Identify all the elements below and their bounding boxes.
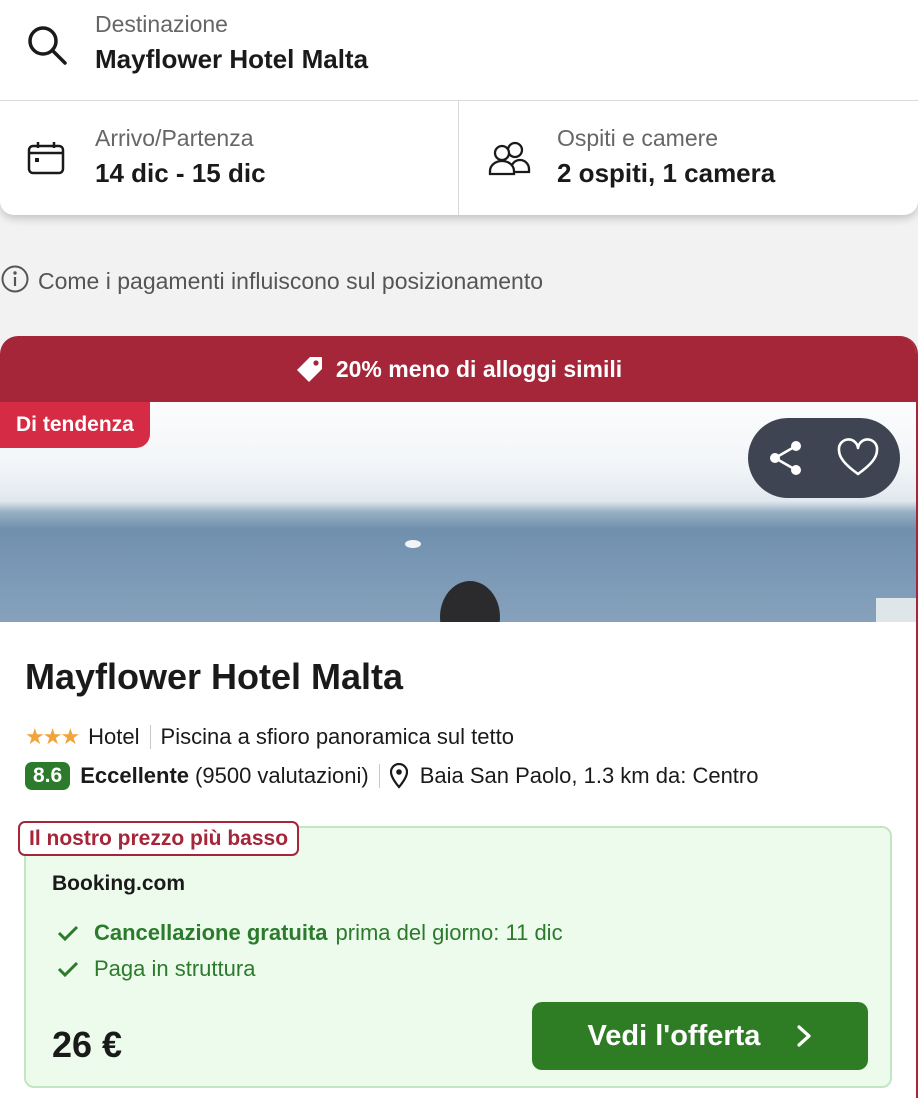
dates-label: Arrivo/Partenza bbox=[95, 125, 254, 151]
free-cancellation: Cancellazione gratuita prima del giorno:… bbox=[56, 920, 563, 946]
destination-label: Destinazione bbox=[95, 11, 228, 37]
offer-price: 26 € bbox=[52, 1024, 123, 1065]
destination-field[interactable]: Destinazione Mayflower Hotel Malta bbox=[0, 0, 918, 101]
share-favorite-pill bbox=[748, 418, 900, 498]
view-offer-button[interactable]: Vedi l'offerta bbox=[532, 1002, 868, 1070]
guests-field[interactable]: Ospiti e camere 2 ospiti, 1 camera bbox=[459, 101, 918, 215]
star-rating: ★★★ bbox=[25, 724, 80, 749]
hotel-name[interactable]: Mayflower Hotel Malta bbox=[25, 656, 403, 698]
trending-badge: Di tendenza bbox=[0, 402, 150, 448]
review-score-badge: 8.6 bbox=[25, 762, 71, 790]
share-icon[interactable] bbox=[766, 438, 806, 478]
offer-provider: Booking.com bbox=[52, 872, 186, 895]
guests-value: 2 ospiti, 1 camera bbox=[557, 158, 776, 188]
guests-label: Ospiti e camere bbox=[557, 125, 719, 151]
check-icon bbox=[56, 921, 80, 945]
search-panel: Destinazione Mayflower Hotel Malta Arriv… bbox=[0, 0, 918, 215]
hotel-type: Hotel bbox=[88, 724, 140, 749]
hotel-meta: ★★★ Hotel Piscina a sfioro panoramica su… bbox=[25, 721, 514, 753]
free-cancel-label: Cancellazione gratuita bbox=[94, 920, 328, 945]
deal-banner: 20% meno di alloggi simili bbox=[0, 336, 916, 402]
hotel-location: Baia San Paolo, 1.3 km da: Centro bbox=[419, 763, 759, 788]
dates-value: 14 dic - 15 dic bbox=[95, 158, 266, 188]
rating-location-row: 8.6 Eccellente (9500 valutazioni) Baia S… bbox=[25, 760, 758, 792]
search-icon bbox=[24, 22, 70, 68]
favorite-heart-icon[interactable] bbox=[836, 438, 880, 478]
hotel-card[interactable]: 20% meno di alloggi simili Di tendenza M… bbox=[0, 336, 918, 1098]
deal-banner-text: 20% meno di alloggi simili bbox=[335, 355, 623, 382]
location-pin-icon bbox=[389, 763, 408, 789]
check-icon bbox=[56, 957, 80, 981]
review-count: (9500 valutazioni) bbox=[195, 763, 369, 788]
guests-icon bbox=[487, 139, 531, 182]
pay-at-property-label: Paga in struttura bbox=[94, 956, 256, 981]
divider bbox=[378, 764, 380, 788]
lowest-price-tag: Il nostro prezzo più basso bbox=[18, 821, 300, 856]
offer-panel[interactable]: Booking.com Cancellazione gratuita prima… bbox=[24, 826, 892, 1088]
view-offer-label: Vedi l'offerta bbox=[587, 1019, 761, 1052]
payments-info-link[interactable]: Come i pagamenti influiscono sul posizio… bbox=[0, 265, 543, 297]
divider bbox=[149, 725, 151, 749]
dates-field[interactable]: Arrivo/Partenza 14 dic - 15 dic bbox=[0, 101, 459, 215]
destination-value: Mayflower Hotel Malta bbox=[95, 44, 369, 74]
chevron-right-icon bbox=[796, 1024, 812, 1048]
price-tag-icon bbox=[296, 355, 324, 383]
review-score-label: Eccellente bbox=[80, 763, 190, 788]
free-cancel-detail: prima del giorno: 11 dic bbox=[335, 920, 563, 945]
hotel-highlight: Piscina a sfioro panoramica sul tetto bbox=[160, 724, 514, 749]
calendar-icon bbox=[27, 141, 65, 180]
pay-at-property: Paga in struttura bbox=[56, 956, 255, 982]
payments-note-text: Come i pagamenti influiscono sul posizio… bbox=[38, 267, 544, 294]
info-icon bbox=[0, 264, 30, 299]
